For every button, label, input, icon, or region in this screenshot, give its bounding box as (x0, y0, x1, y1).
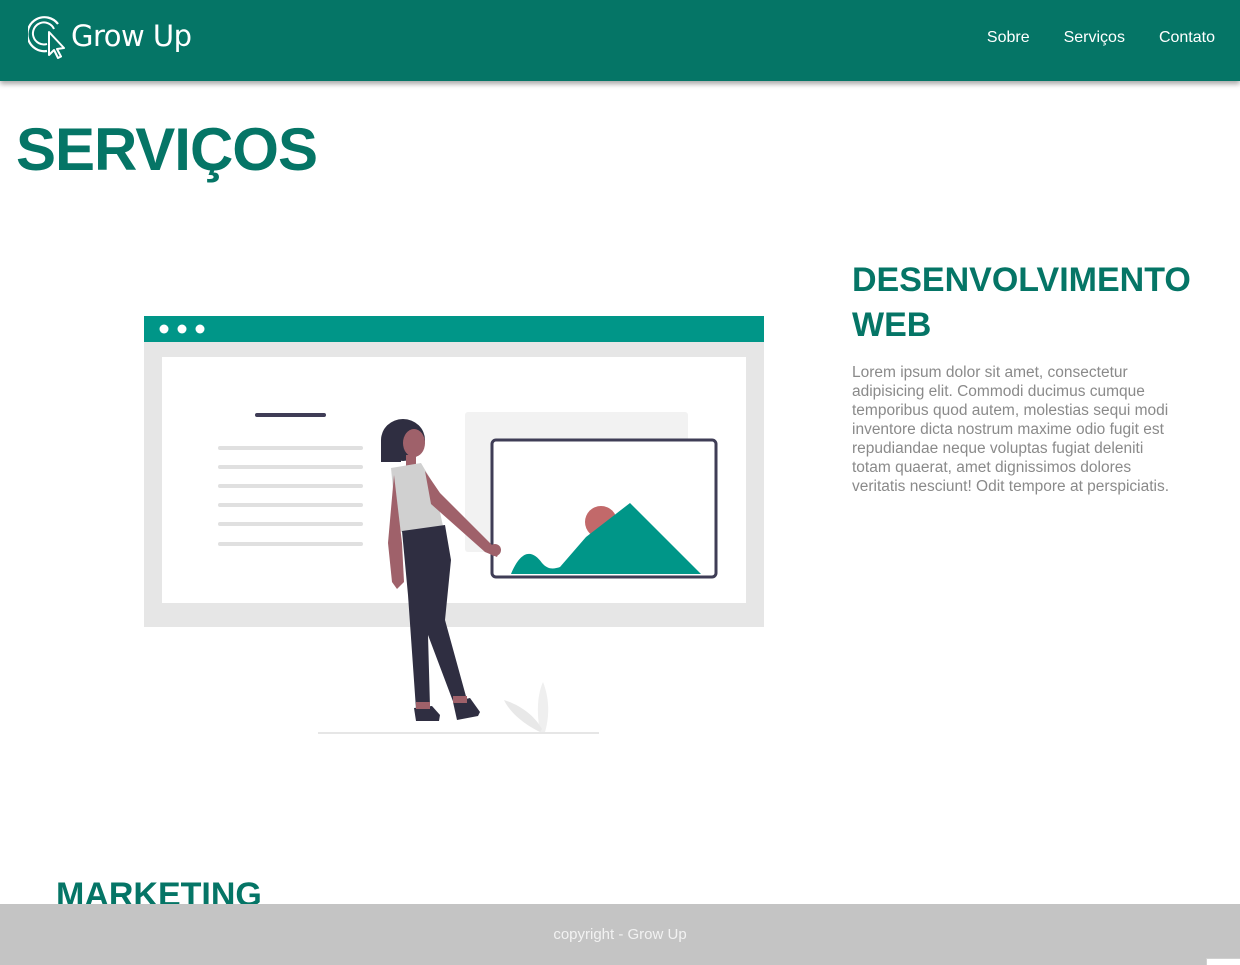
corner-widget[interactable] (1206, 958, 1240, 965)
plant-leaf (537, 682, 549, 732)
text-line (218, 542, 363, 546)
site-header: Grow Up Sobre Serviços Contato (0, 0, 1240, 81)
browser-titlebar (144, 316, 764, 342)
browser-dot (159, 324, 169, 334)
nav-link-servicos[interactable]: Serviços (1064, 29, 1125, 47)
web-development-illustration (144, 316, 764, 734)
text-line (218, 522, 363, 526)
hand (489, 544, 501, 556)
text-line (218, 484, 363, 488)
main-nav: Sobre Serviços Contato (987, 29, 1215, 47)
text-line (218, 446, 363, 450)
text-heading-line (255, 413, 326, 417)
site-footer: copyright - Grow Up (0, 904, 1240, 965)
text-line (218, 503, 363, 507)
copyright-text: copyright - Grow Up (553, 926, 687, 943)
service-title-web-development: DESENVOLVIMENTO WEB (852, 261, 1191, 344)
text-line (218, 465, 363, 469)
plant-leaf (504, 700, 542, 732)
logo[interactable]: Grow Up (28, 10, 192, 60)
nav-link-contato[interactable]: Contato (1159, 29, 1215, 47)
browser-dot (195, 324, 205, 334)
cursor-click-icon (28, 16, 65, 59)
nav-link-sobre[interactable]: Sobre (987, 29, 1030, 47)
browser-dot (177, 324, 187, 334)
face (403, 429, 425, 457)
service-description-web-development: Lorem ipsum dolor sit amet, consectetur … (852, 364, 1170, 495)
logo-text: Grow Up (71, 19, 192, 53)
page-title: SERVIÇOS (16, 116, 318, 183)
